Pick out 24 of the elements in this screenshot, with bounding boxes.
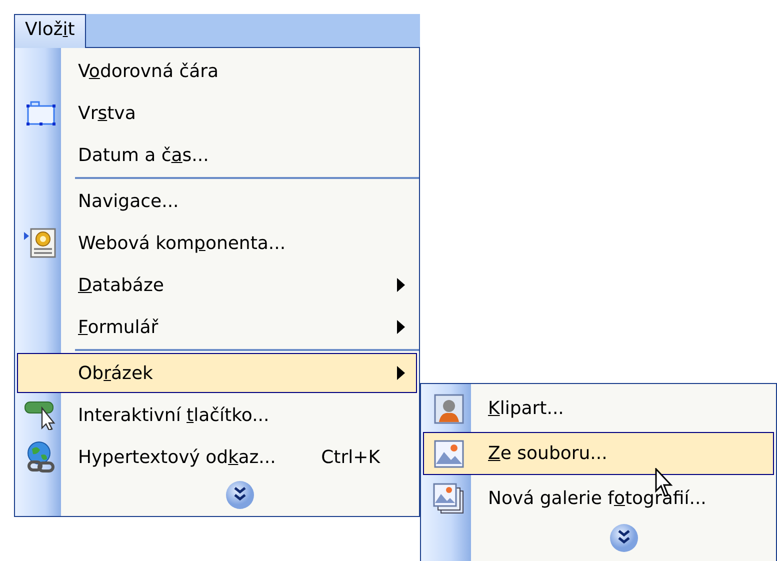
expand-chevron-icon[interactable] [225, 480, 255, 510]
photo-stack-icon [433, 482, 465, 514]
menu-title[interactable]: Vložit [14, 14, 86, 48]
menu-item[interactable]: Vrstva [17, 93, 417, 133]
menu-item[interactable]: Interaktivní tlačítko... [17, 395, 417, 435]
menu-item[interactable]: Obrázek [17, 353, 417, 393]
menu-item[interactable]: Hypertextový odkaz... Ctrl+K [17, 437, 417, 477]
expand-chevron-icon[interactable] [608, 523, 638, 553]
menu-item[interactable]: Webová komponenta... [17, 223, 417, 263]
globe-chain-icon [25, 441, 57, 473]
menu-item[interactable]: Databáze [17, 265, 417, 305]
layer-icon [25, 99, 57, 127]
clipart-icon [434, 394, 464, 424]
menu-item[interactable]: Nová galerie fotografií... [423, 477, 774, 520]
web-component-icon [24, 228, 58, 258]
shortcut-text: Ctrl+K [320, 446, 382, 468]
menu-item[interactable]: Datum a čas... [17, 135, 417, 175]
landscape-picture-icon [434, 440, 464, 468]
menu-item[interactable]: Vodorovná čára [17, 51, 417, 91]
menu-item[interactable]: Ze souboru... [423, 432, 774, 475]
menu-item[interactable]: Formulář [17, 307, 417, 347]
menu-item[interactable]: Navigace... [17, 181, 417, 221]
menu-item[interactable]: Klipart... [423, 387, 774, 430]
button-pointer-icon [24, 400, 58, 430]
